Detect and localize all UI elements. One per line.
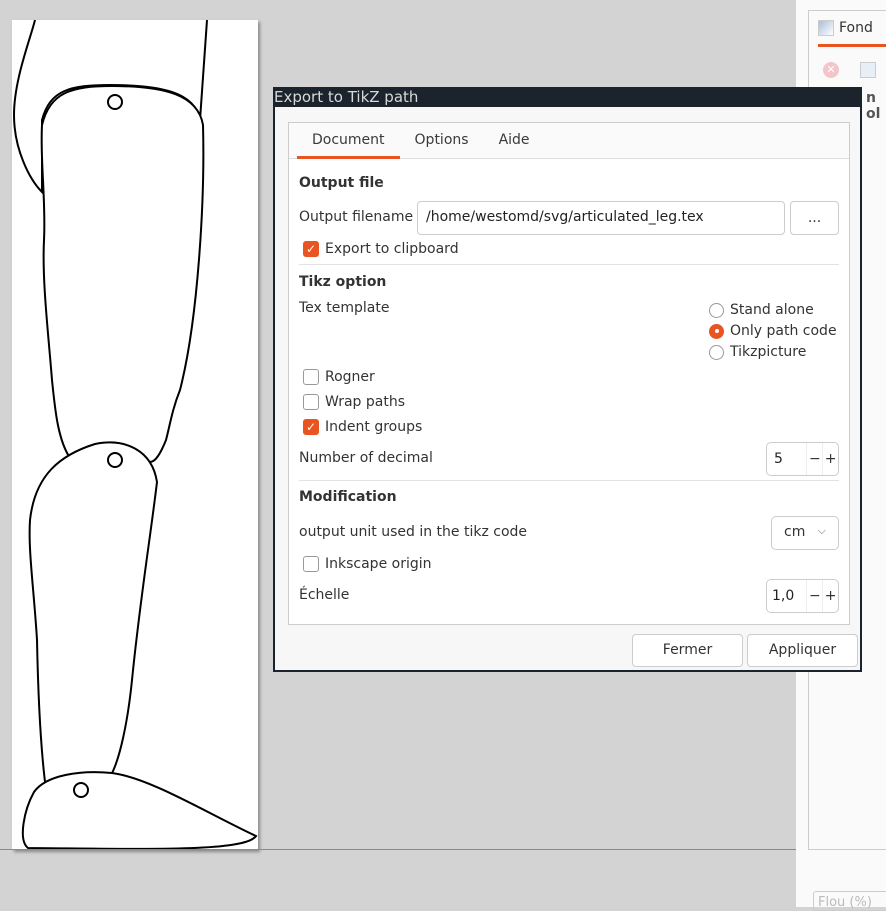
dialog-title: Export to TikZ path <box>273 87 862 107</box>
chevron-down-icon: ⌵ <box>817 524 826 537</box>
tab-options[interactable]: Options <box>400 123 484 158</box>
tab-fond[interactable]: Fond <box>818 20 873 36</box>
tex-template-label: Tex template <box>299 300 390 316</box>
partial-heading: n ol <box>866 90 881 122</box>
guide-line <box>0 849 796 850</box>
export-clipboard-label: Export to clipboard <box>325 241 459 257</box>
divider <box>299 264 839 265</box>
indent-groups-label: Indent groups <box>325 419 423 435</box>
increment-button[interactable]: + <box>822 580 838 612</box>
radio-tikzpicture[interactable]: Tikzpicture <box>709 344 806 360</box>
decrement-button[interactable]: − <box>806 443 822 475</box>
radio-label: Tikzpicture <box>730 344 807 360</box>
inkscape-origin-checkbox[interactable]: Inkscape origin <box>303 556 432 572</box>
joint-ankle <box>73 782 89 798</box>
shin-shape <box>28 441 159 784</box>
tab-document[interactable]: Document <box>297 123 400 159</box>
radio-only-path-code[interactable]: Only path code <box>709 323 837 339</box>
decimal-label: Number of decimal <box>299 450 433 466</box>
decimal-value[interactable]: 5 <box>767 443 806 475</box>
tab-fond-label: Fond <box>839 20 873 36</box>
radio-icon <box>709 344 724 360</box>
unit-label: output unit used in the tikz code <box>299 524 528 540</box>
indent-groups-checkbox[interactable]: ✓ Indent groups <box>303 419 422 435</box>
checkbox-checked-icon: ✓ <box>303 241 319 257</box>
wrap-paths-label: Wrap paths <box>325 394 406 410</box>
output-filename-input[interactable]: /home/westomd/svg/articulated_leg.tex <box>417 201 785 235</box>
checkbox-icon <box>303 394 319 410</box>
inkscape-origin-label: Inkscape origin <box>325 556 432 572</box>
checkbox-icon <box>303 369 319 385</box>
output-file-heading: Output file <box>299 175 384 191</box>
dialog-notebook: Document Options Aide Output file Output… <box>288 122 850 625</box>
scale-label: Échelle <box>299 587 350 603</box>
divider <box>299 480 839 481</box>
thigh-shape <box>40 84 205 464</box>
blur-field[interactable]: Flou (%) <box>813 891 886 911</box>
radio-label: Stand alone <box>730 302 814 318</box>
tikz-option-heading: Tikz option <box>299 274 387 290</box>
gradient-swatch-icon <box>818 20 834 36</box>
modification-heading: Modification <box>299 489 397 505</box>
export-tikz-dialog: Export to TikZ path Document Options Aid… <box>273 87 862 672</box>
checkbox-icon <box>303 556 319 572</box>
export-clipboard-checkbox[interactable]: ✓ Export to clipboard <box>303 241 459 257</box>
apply-button[interactable]: Appliquer <box>747 634 858 667</box>
radio-selected-icon <box>709 323 724 339</box>
foot-shape <box>21 771 258 850</box>
rogner-checkbox[interactable]: Rogner <box>303 369 375 385</box>
browse-button[interactable]: ... <box>790 201 839 235</box>
canvas-page[interactable] <box>12 20 258 850</box>
scale-spinner[interactable]: 1,0 − + <box>766 579 839 613</box>
unit-value: cm <box>784 524 806 540</box>
wrap-paths-checkbox[interactable]: Wrap paths <box>303 394 405 410</box>
scale-value[interactable]: 1,0 <box>767 580 806 612</box>
radio-label: Only path code <box>730 323 837 339</box>
checkbox-checked-icon: ✓ <box>303 419 319 435</box>
no-paint-icon[interactable]: ✕ <box>823 62 839 78</box>
tab-bar: Document Options Aide <box>289 123 849 159</box>
increment-button[interactable]: + <box>822 443 838 475</box>
close-button[interactable]: Fermer <box>632 634 743 667</box>
decimal-spinner[interactable]: 5 − + <box>766 442 839 476</box>
unit-dropdown[interactable]: cm ⌵ <box>771 516 839 550</box>
tab-aide[interactable]: Aide <box>484 123 545 158</box>
tab-underline <box>818 44 886 47</box>
output-filename-label: Output filename <box>299 209 414 225</box>
articulated-leg-drawing[interactable] <box>12 20 258 850</box>
flat-color-icon[interactable] <box>860 62 876 78</box>
radio-icon <box>709 302 724 318</box>
radio-stand-alone[interactable]: Stand alone <box>709 302 814 318</box>
decrement-button[interactable]: − <box>806 580 822 612</box>
rogner-label: Rogner <box>325 369 375 385</box>
joint-hip <box>107 94 123 110</box>
joint-knee <box>107 452 123 468</box>
